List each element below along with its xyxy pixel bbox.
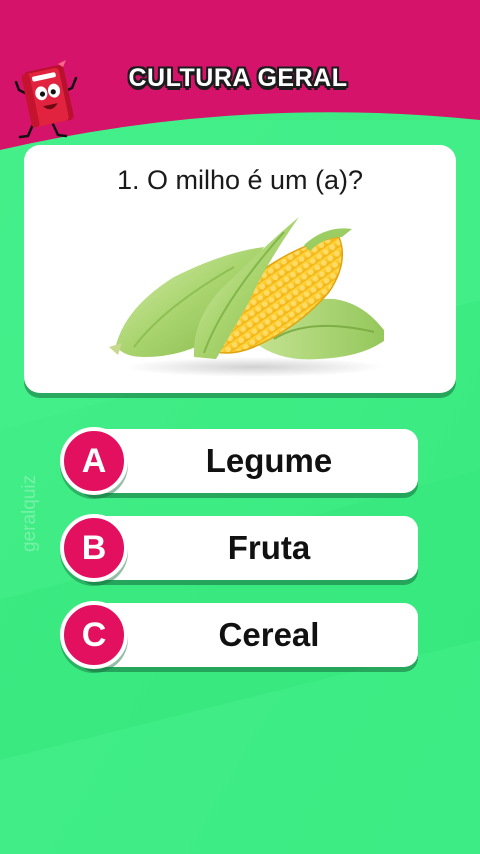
option-a-badge: A (60, 427, 128, 495)
option-c-badge: C (60, 601, 128, 669)
mascot-book-icon (14, 60, 78, 139)
option-b-label: Fruta (227, 529, 311, 566)
option-c[interactable]: Cereal C (60, 601, 420, 671)
option-b[interactable]: Fruta B (60, 514, 420, 584)
question-card: 1. O milho é um (a)? (24, 145, 456, 393)
question-text: 1. O milho é um (a)? (116, 165, 364, 195)
option-c-label: Cereal (218, 616, 320, 653)
watermark: geralquiz (19, 474, 40, 552)
corn-image (109, 217, 384, 377)
option-b-badge: B (60, 514, 128, 582)
option-a-label: Legume (205, 442, 333, 479)
option-a[interactable]: Legume A (60, 427, 420, 497)
